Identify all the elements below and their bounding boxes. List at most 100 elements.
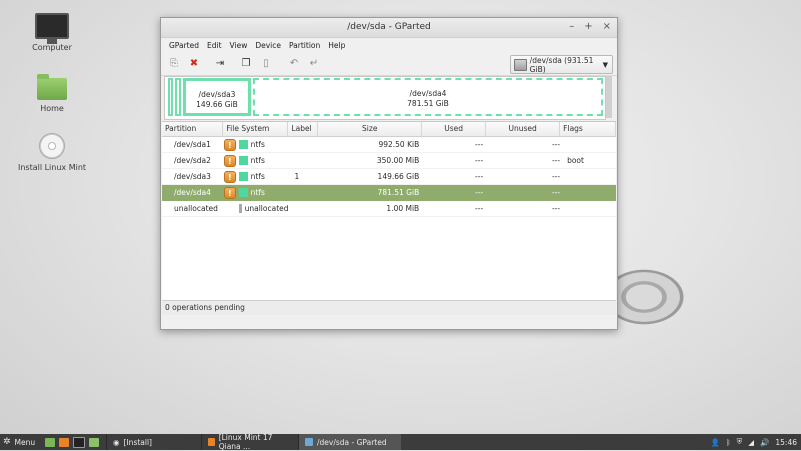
- cell-partition: /dev/sda4: [174, 188, 211, 197]
- cell-used: ---: [475, 156, 484, 165]
- column-size[interactable]: Size: [318, 122, 423, 136]
- new-partition-icon[interactable]: ⎘: [167, 58, 181, 70]
- window-titlebar[interactable]: /dev/sda - GParted – + ×: [161, 18, 617, 38]
- lock-icon: !: [223, 186, 236, 199]
- firefox-icon[interactable]: [59, 437, 69, 447]
- menu-label: Menu: [14, 437, 36, 447]
- cell-used: ---: [475, 188, 484, 197]
- desktop-icon-label: Install Linux Mint: [17, 163, 87, 172]
- clock[interactable]: 15:46: [775, 438, 797, 447]
- column-partition[interactable]: Partition: [162, 122, 224, 136]
- bluetooth-icon[interactable]: ᛒ: [726, 438, 731, 447]
- system-tray: 👤 ᛒ ⛨ ◢ 🔊 15:46: [711, 434, 797, 450]
- diskmap-scrollbar[interactable]: [606, 76, 612, 118]
- apply-icon[interactable]: ↵: [307, 58, 321, 70]
- minimize-button[interactable]: –: [569, 21, 574, 32]
- lock-cell: !: [223, 154, 239, 167]
- diskmap-sda4[interactable]: /dev/sda4 781.51 GiB: [253, 78, 603, 116]
- lock-icon: !: [223, 170, 236, 183]
- cell-filesystem: ntfs: [238, 140, 289, 149]
- device-selector[interactable]: /dev/sda (931.51 GiB) ▼: [510, 55, 613, 74]
- cell-used: ---: [475, 172, 484, 181]
- task-label: /dev/sda - GParted: [317, 437, 387, 447]
- partition-table: Partition File System Label Size Used Unused F…: [162, 121, 616, 315]
- window-title: /dev/sda - GParted: [347, 22, 431, 32]
- maximize-button[interactable]: +: [584, 21, 592, 32]
- diskmap-sda4-size: 781.51 GiB: [407, 99, 449, 108]
- cell-filesystem: unallocated: [238, 204, 289, 213]
- cell-used: ---: [475, 204, 484, 213]
- table-row[interactable]: /dev/sda4! ntfs 781.51 GiB --- ---: [162, 185, 616, 201]
- menu-gparted[interactable]: GParted: [165, 41, 203, 50]
- gparted-window: /dev/sda - GParted – + × GParted Edit Vi…: [160, 17, 618, 330]
- cell-unused: ---: [551, 188, 561, 197]
- lock-icon: !: [223, 154, 236, 167]
- network-icon[interactable]: ◢: [748, 438, 754, 447]
- table-row[interactable]: /dev/sda3! ntfs 1 149.66 GiB --- ---: [162, 169, 616, 185]
- filesystem-text: ntfs: [250, 140, 265, 149]
- cell-unused: ---: [551, 204, 561, 213]
- column-unused[interactable]: Unused: [486, 122, 561, 136]
- chevron-down-icon: ▼: [602, 60, 608, 69]
- cell-partition: /dev/sda1: [174, 140, 211, 149]
- terminal-icon[interactable]: [73, 436, 85, 448]
- cell-partition: /dev/sda3: [174, 172, 211, 181]
- cell-size: 149.66 GiB: [377, 172, 420, 181]
- status-bar: 0 operations pending: [162, 300, 616, 315]
- desktop-icon-home[interactable]: Home: [12, 74, 92, 113]
- desktop-icon-computer[interactable]: Computer: [12, 13, 92, 52]
- firefox-icon: [208, 438, 215, 446]
- column-label[interactable]: Label: [288, 122, 319, 136]
- menu-device[interactable]: Device: [251, 41, 285, 50]
- task-install[interactable]: ◉ [Install]: [106, 434, 201, 450]
- cell-unused: ---: [551, 140, 561, 149]
- cell-filesystem: ntfs: [238, 172, 289, 181]
- menu-view[interactable]: View: [226, 41, 252, 50]
- volume-icon[interactable]: 🔊: [760, 438, 769, 447]
- cell-filesystem: ntfs: [238, 188, 289, 197]
- task-gparted[interactable]: /dev/sda - GParted: [298, 434, 401, 450]
- shield-icon[interactable]: ⛨: [737, 437, 743, 447]
- copy-icon[interactable]: ❐: [239, 58, 253, 70]
- column-filesystem[interactable]: File System: [223, 122, 289, 136]
- menu-help[interactable]: Help: [324, 41, 349, 50]
- menu-button[interactable]: ✲ Menu: [3, 434, 35, 450]
- filesystem-color-swatch: [238, 188, 248, 197]
- table-row[interactable]: /dev/sda1! ntfs 992.50 KiB --- ---: [162, 137, 616, 153]
- cell-partition: /dev/sda2: [174, 156, 211, 165]
- undo-icon[interactable]: ↶: [287, 58, 301, 70]
- cell-unused: ---: [551, 172, 561, 181]
- lock-cell: !: [223, 186, 239, 199]
- cell-partition: unallocated: [174, 204, 218, 213]
- close-button[interactable]: ×: [603, 21, 611, 32]
- mint-menu-icon: ✲: [3, 437, 11, 447]
- user-icon[interactable]: 👤: [711, 438, 720, 447]
- column-flags[interactable]: Flags: [560, 122, 616, 136]
- menu-partition[interactable]: Partition: [285, 41, 324, 50]
- quick-launch: [45, 434, 99, 450]
- column-used[interactable]: Used: [422, 122, 487, 136]
- diskmap-sda2[interactable]: [175, 78, 181, 116]
- diskmap-sda3[interactable]: /dev/sda3 149.66 GiB: [183, 78, 251, 116]
- filesystem-color-swatch: [238, 172, 248, 181]
- menu-edit[interactable]: Edit: [203, 41, 226, 50]
- table-row[interactable]: unallocated unallocated 1.00 MiB --- ---: [162, 201, 616, 217]
- paste-icon[interactable]: ▯: [259, 58, 273, 70]
- cell-size: 992.50 KiB: [378, 140, 420, 149]
- resize-move-icon[interactable]: ⇥: [213, 58, 227, 70]
- delete-icon[interactable]: ✖: [187, 58, 201, 70]
- files-icon[interactable]: [89, 437, 99, 447]
- cell-filesystem: ntfs: [238, 156, 289, 165]
- task-label: [Linux Mint 17 Qiana ...: [218, 433, 273, 451]
- cell-label: 1: [294, 172, 300, 181]
- menubar: GParted Edit View Device Partition Help: [161, 38, 617, 53]
- diskmap-sda1[interactable]: [168, 78, 173, 116]
- task-browser[interactable]: [Linux Mint 17 Qiana ...: [201, 433, 298, 451]
- show-desktop-icon[interactable]: [45, 437, 55, 447]
- cell-unused: ---: [551, 156, 561, 165]
- cell-flags: boot: [567, 156, 584, 165]
- filesystem-color-swatch: [238, 156, 248, 165]
- desktop-icon-install[interactable]: Install Linux Mint: [12, 133, 92, 172]
- table-row[interactable]: /dev/sda2! ntfs 350.00 MiB --- --- boot: [162, 153, 616, 169]
- task-list: ◉ [Install] [Linux Mint 17 Qiana ... /de…: [106, 433, 401, 451]
